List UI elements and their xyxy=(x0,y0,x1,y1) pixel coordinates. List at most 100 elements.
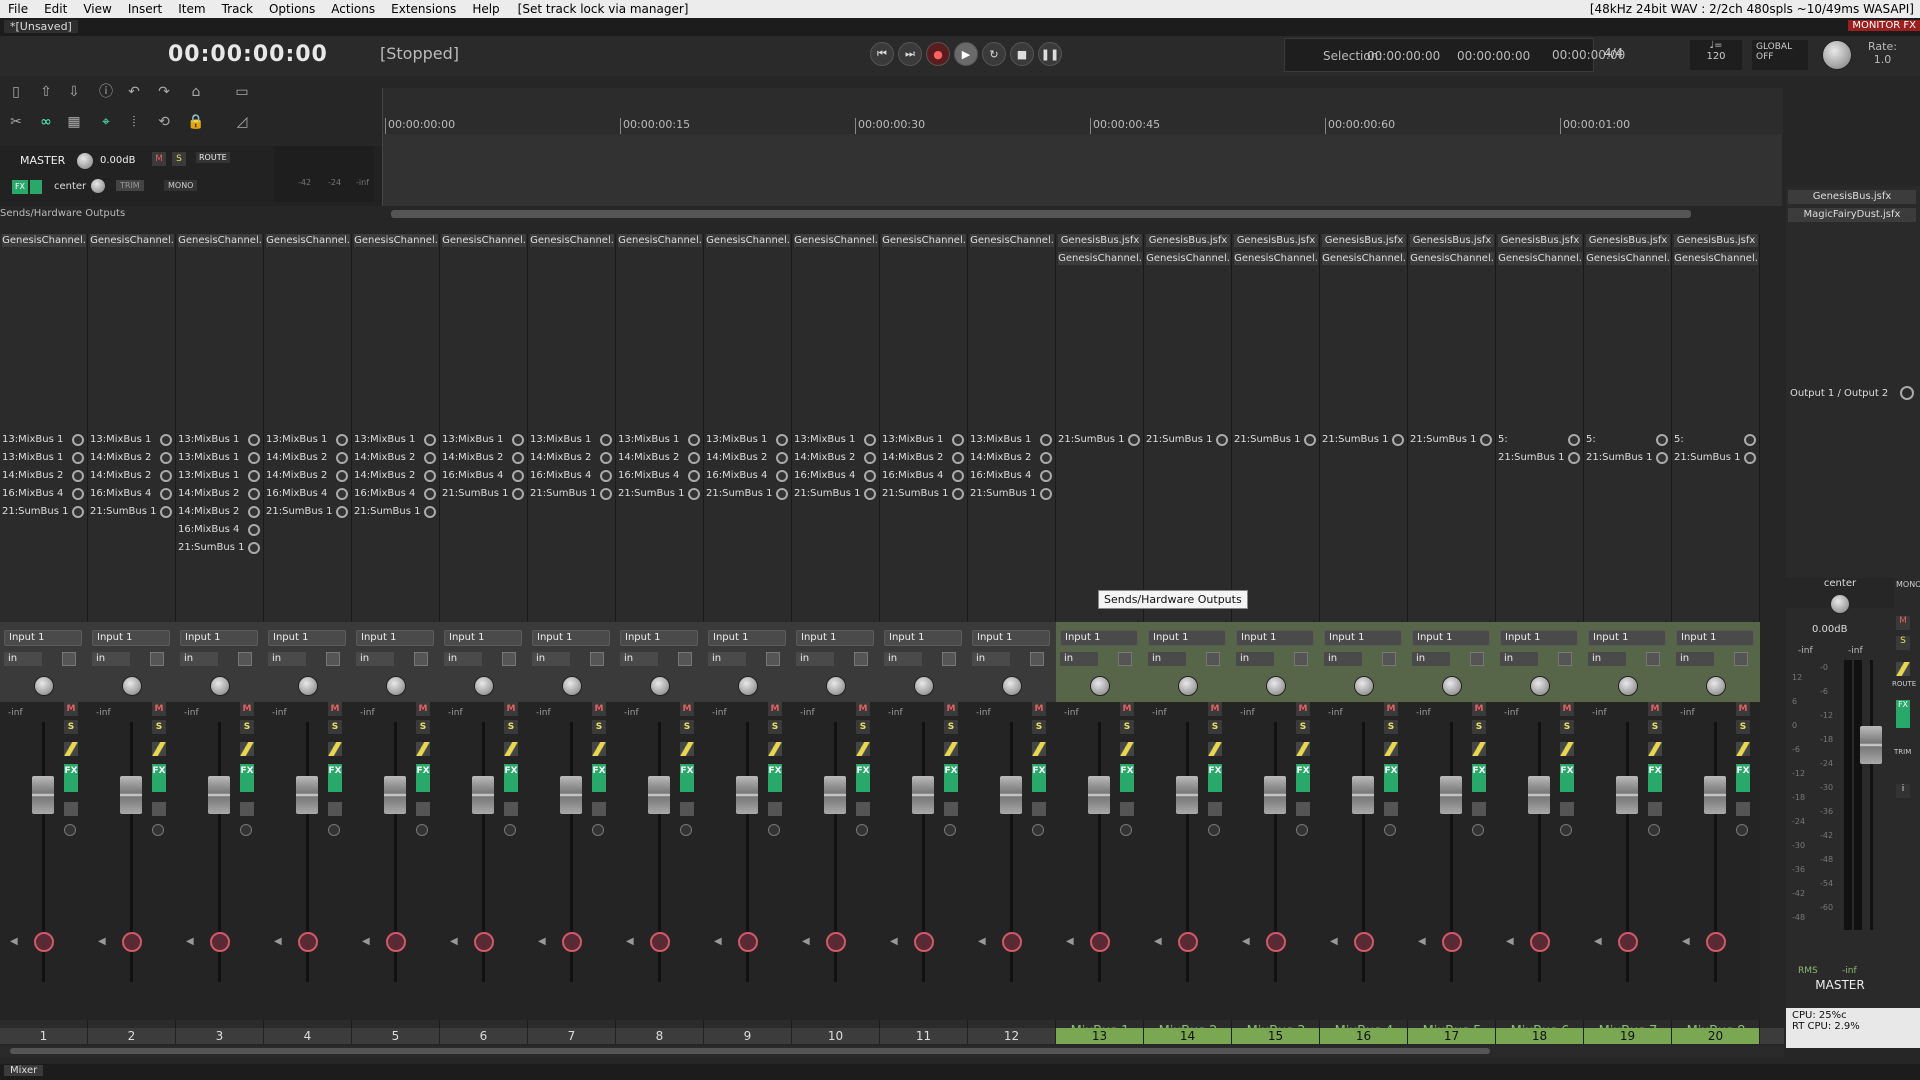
send-level-knob[interactable] xyxy=(248,434,260,446)
send-item[interactable]: 21:SumBus 1 xyxy=(970,488,1054,502)
input-fx-icon[interactable] xyxy=(942,652,956,666)
send-item[interactable]: 13:MixBus 1 xyxy=(706,434,790,448)
volume-fader[interactable] xyxy=(384,776,406,814)
record-arm-button[interactable] xyxy=(1618,932,1638,952)
envelope-icon[interactable] xyxy=(768,802,782,816)
solo-button[interactable]: S xyxy=(504,720,518,734)
record-arm-button[interactable] xyxy=(826,932,846,952)
input-select[interactable]: Input 1 xyxy=(1676,630,1754,646)
fx-button[interactable]: FX xyxy=(328,764,342,792)
menu-view[interactable]: View xyxy=(75,0,119,18)
send-item[interactable]: 16:MixBus 4 xyxy=(794,470,878,484)
send-level-knob[interactable] xyxy=(1040,452,1052,464)
volume-fader[interactable] xyxy=(1352,776,1374,814)
send-level-knob[interactable] xyxy=(512,434,524,446)
send-item[interactable]: 16:MixBus 4 xyxy=(178,524,262,538)
pan-knob[interactable] xyxy=(210,676,230,696)
track-number[interactable]: 3 xyxy=(176,1028,264,1044)
input-mode-select[interactable]: in xyxy=(1500,652,1538,666)
solo-button[interactable]: S xyxy=(856,720,870,734)
master-mono-button[interactable]: MONO xyxy=(164,180,198,191)
menu-options[interactable]: Options xyxy=(261,0,323,18)
send-level-knob[interactable] xyxy=(1656,434,1668,446)
io-icon[interactable] xyxy=(1032,824,1044,836)
input-mode-select[interactable]: in xyxy=(532,652,570,666)
fx-slot[interactable]: GenesisBus.jsfx xyxy=(1586,234,1670,247)
send-item[interactable]: 14:MixBus 2 xyxy=(266,470,350,484)
fx-slot[interactable]: GenesisChannel. xyxy=(1234,252,1318,265)
send-item[interactable]: 14:MixBus 2 xyxy=(178,488,262,502)
mixer-scroll-thumb[interactable] xyxy=(10,1048,1490,1054)
fx-slot[interactable]: GenesisChannel. xyxy=(1322,252,1406,265)
envelope-icon[interactable] xyxy=(240,802,254,816)
send-level-knob[interactable] xyxy=(512,488,524,500)
fx-slot[interactable]: GenesisBus.jsfx xyxy=(1674,234,1758,247)
link-icon[interactable]: ∞ xyxy=(36,112,56,132)
envelope-icon[interactable] xyxy=(1648,802,1662,816)
volume-fader[interactable] xyxy=(1176,776,1198,814)
mute-button[interactable]: M xyxy=(1296,702,1310,716)
send-level-knob[interactable] xyxy=(424,488,436,500)
send-level-knob[interactable] xyxy=(688,452,700,464)
solo-button[interactable]: S xyxy=(152,720,166,734)
fx-slot[interactable]: GenesisChannel. xyxy=(530,234,614,247)
lock-icon[interactable]: 🔒 xyxy=(186,112,206,132)
volume-fader[interactable] xyxy=(736,776,758,814)
send-item[interactable]: 5: xyxy=(1674,434,1758,448)
audio-device-status[interactable]: [48kHz 24bit WAV : 2/2ch 480spls ~10/49m… xyxy=(1590,2,1920,16)
input-fx-icon[interactable] xyxy=(1294,652,1308,666)
fx-slot[interactable]: GenesisBus.jsfx xyxy=(1058,234,1142,247)
fx-slot[interactable]: GenesisChannel. xyxy=(618,234,702,247)
fx-slot[interactable]: GenesisChannel. xyxy=(970,234,1054,247)
send-item[interactable]: 13:MixBus 1 xyxy=(970,434,1054,448)
track-number[interactable]: 9 xyxy=(704,1028,792,1044)
master-solo-button[interactable]: S xyxy=(172,152,186,166)
pan-knob[interactable] xyxy=(914,676,934,696)
envelope-icon[interactable] xyxy=(504,802,518,816)
pan-knob[interactable] xyxy=(386,676,406,696)
record-arm-button[interactable] xyxy=(562,932,582,952)
phase-icon[interactable] xyxy=(328,742,342,756)
fx-slot[interactable]: GenesisChannel. xyxy=(1674,252,1758,265)
send-level-knob[interactable] xyxy=(424,470,436,482)
input-fx-icon[interactable] xyxy=(590,652,604,666)
volume-fader[interactable] xyxy=(824,776,846,814)
speaker-icon[interactable]: ◀ xyxy=(98,936,108,947)
io-icon[interactable] xyxy=(856,824,868,836)
fx-button[interactable]: FX xyxy=(1120,764,1134,792)
mute-button[interactable]: M xyxy=(152,702,166,716)
fx-slot[interactable]: GenesisChannel. xyxy=(90,234,174,247)
master-strip-fx[interactable]: FX xyxy=(1896,700,1910,728)
speaker-icon[interactable]: ◀ xyxy=(538,936,548,947)
speaker-icon[interactable]: ◀ xyxy=(362,936,372,947)
phase-icon[interactable] xyxy=(1560,742,1574,756)
send-level-knob[interactable] xyxy=(688,470,700,482)
send-item[interactable]: 13:MixBus 1 xyxy=(178,470,262,484)
master-fx-slot-2[interactable]: MagicFairyDust.jsfx xyxy=(1788,208,1916,222)
send-item[interactable]: 16:MixBus 4 xyxy=(354,488,438,502)
master-output[interactable]: Output 1 / Output 2 xyxy=(1790,388,1888,399)
send-level-knob[interactable] xyxy=(336,488,348,500)
volume-fader[interactable] xyxy=(1088,776,1110,814)
fx-button[interactable]: FX xyxy=(1384,764,1398,792)
send-level-knob[interactable] xyxy=(336,506,348,518)
fx-button[interactable]: FX xyxy=(1648,764,1662,792)
speaker-icon[interactable]: ◀ xyxy=(626,936,636,947)
input-select[interactable]: Input 1 xyxy=(1500,630,1578,646)
speaker-icon[interactable]: ◀ xyxy=(978,936,988,947)
send-level-knob[interactable] xyxy=(600,452,612,464)
fx-slot[interactable]: GenesisChannel. xyxy=(354,234,438,247)
send-item[interactable]: 14:MixBus 2 xyxy=(706,452,790,466)
speaker-icon[interactable]: ◀ xyxy=(186,936,196,947)
phase-icon[interactable] xyxy=(64,742,78,756)
input-fx-icon[interactable] xyxy=(1030,652,1044,666)
bpm-display[interactable]: ♩= 120 xyxy=(1690,40,1742,70)
send-level-knob[interactable] xyxy=(160,488,172,500)
io-icon[interactable] xyxy=(240,824,252,836)
mute-button[interactable]: M xyxy=(592,702,606,716)
menu-action-label[interactable]: [Set track lock via manager] xyxy=(508,2,699,16)
send-level-knob[interactable] xyxy=(776,452,788,464)
send-level-knob[interactable] xyxy=(72,488,84,500)
input-select[interactable]: Input 1 xyxy=(180,630,258,646)
track-number[interactable]: 13 xyxy=(1056,1028,1144,1044)
